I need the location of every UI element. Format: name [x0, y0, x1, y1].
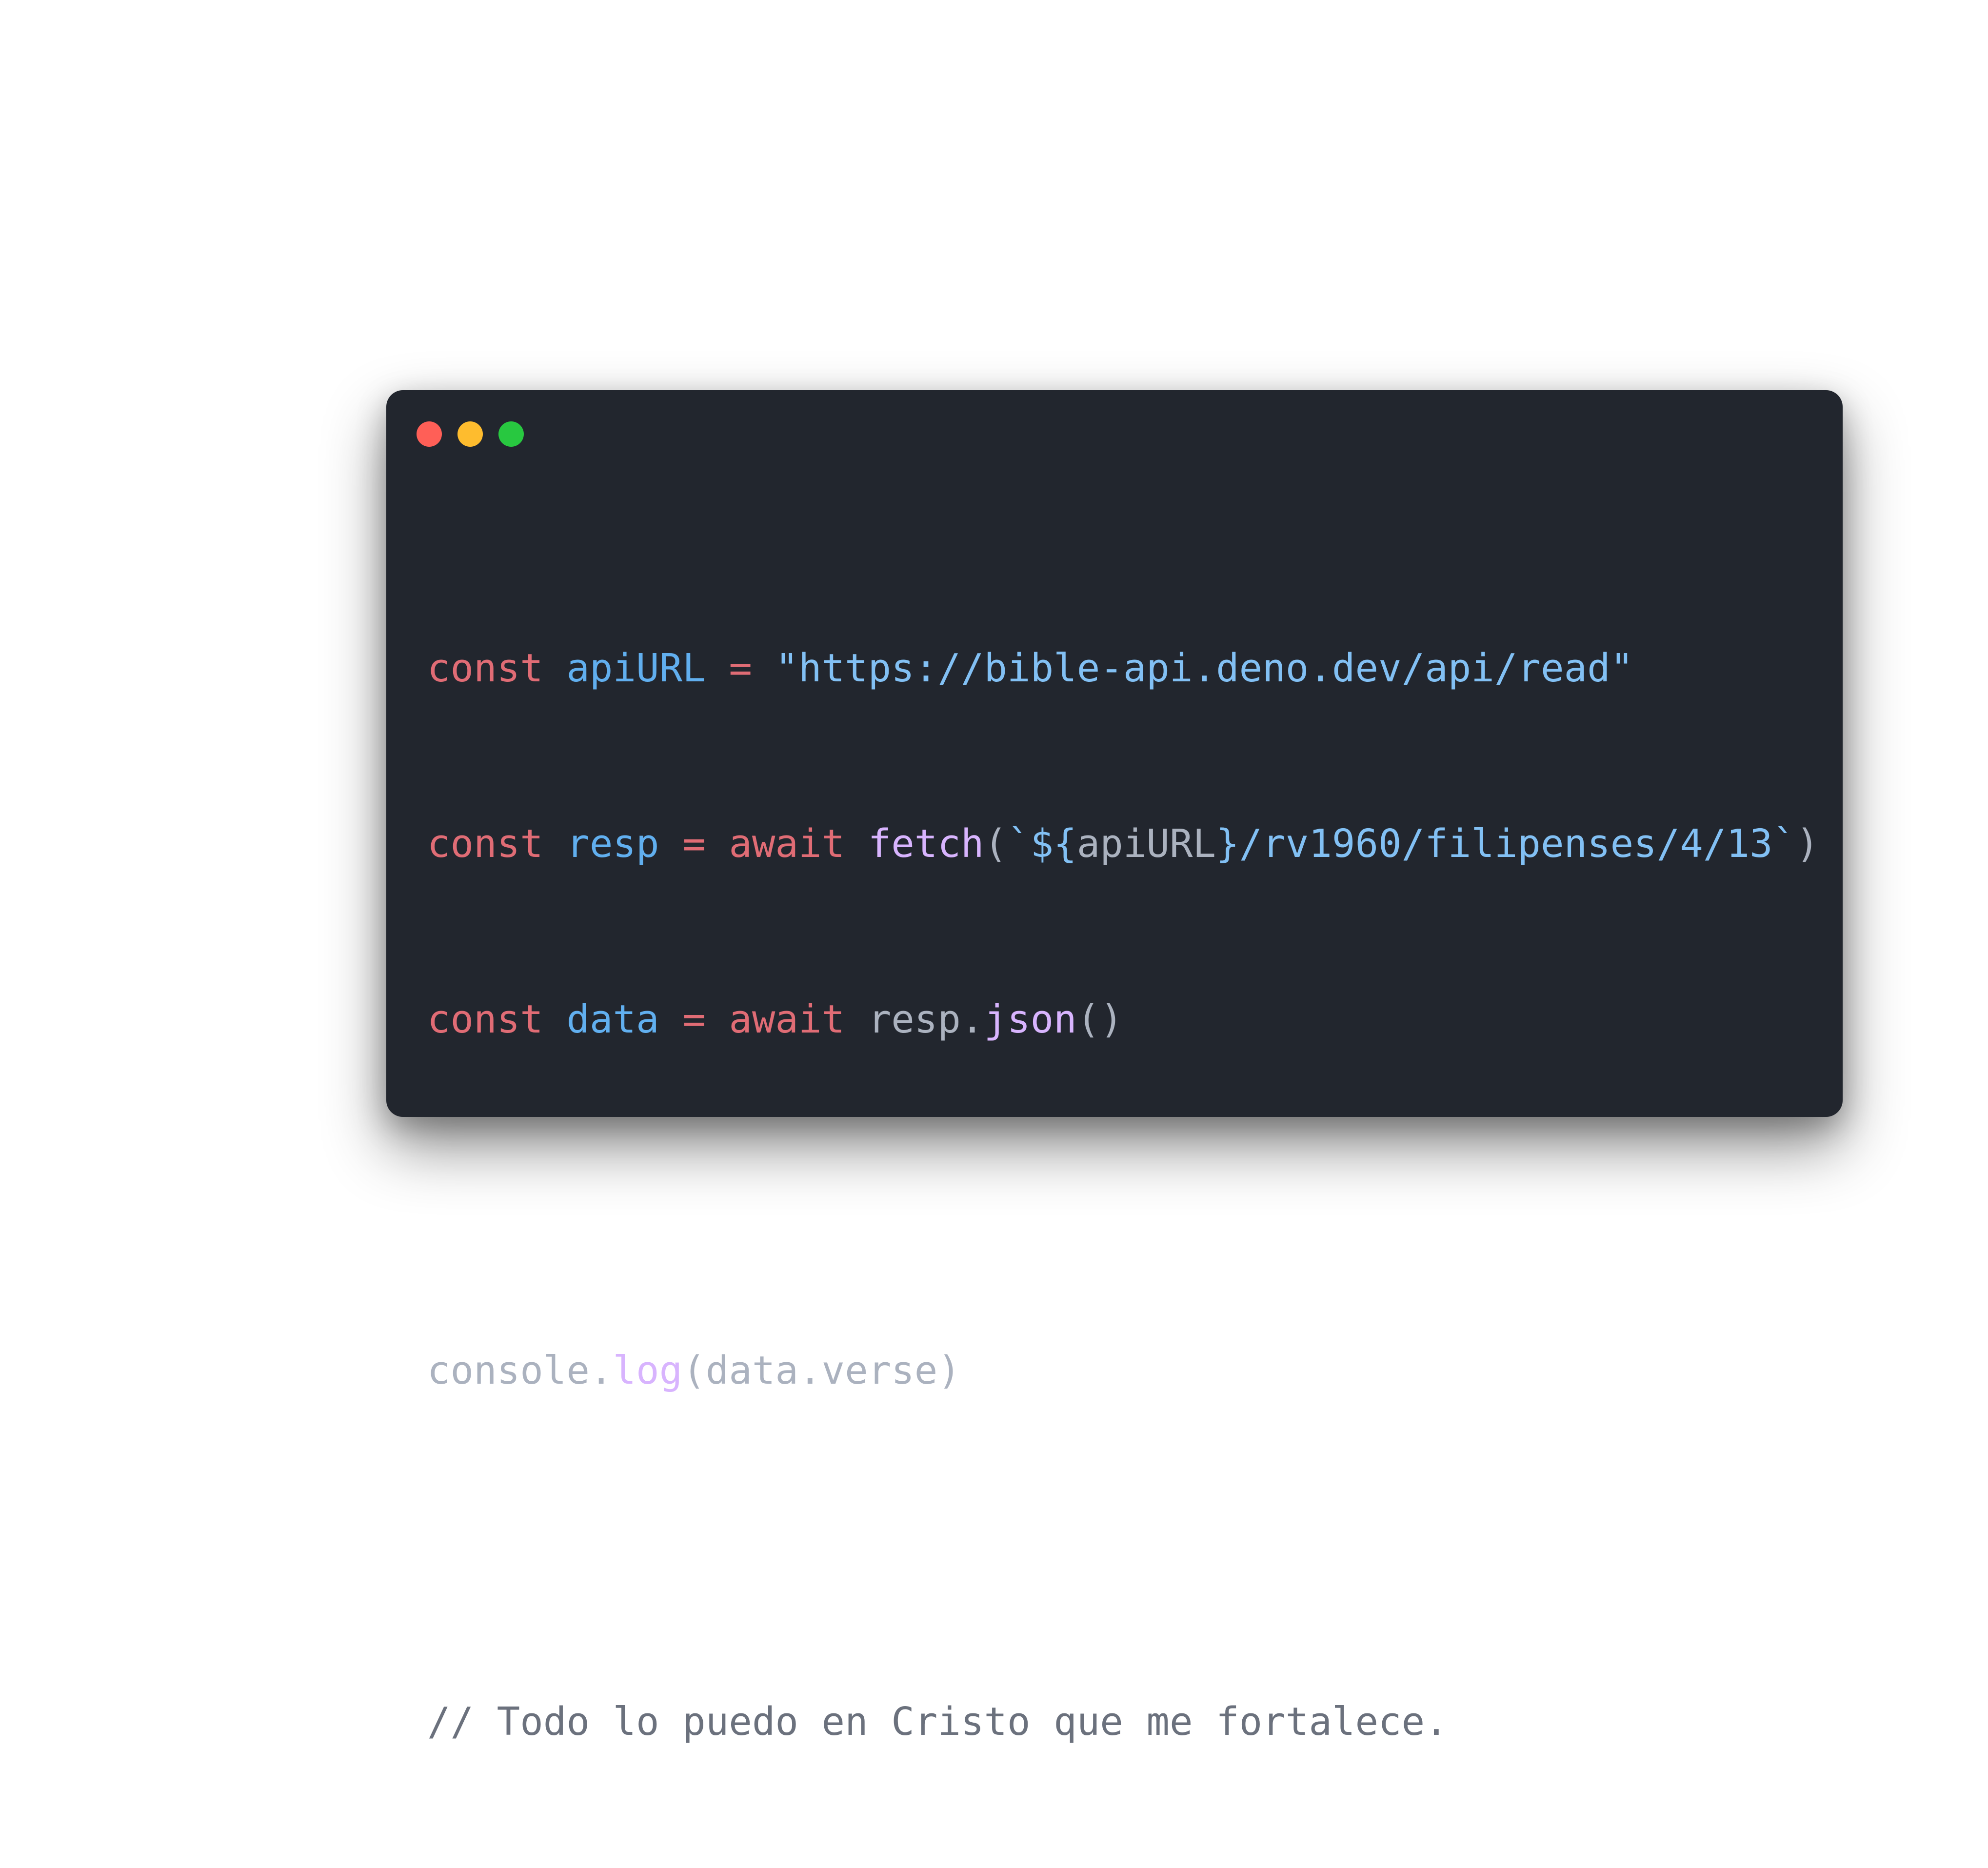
template-start: `${ — [1007, 821, 1077, 866]
object-ref: console. — [427, 1348, 613, 1393]
code-line-4: console.log(data.verse) — [427, 1341, 1819, 1400]
variable: resp — [566, 821, 659, 866]
function-name: fetch — [868, 821, 984, 866]
string-literal: "https://bible-api.deno.dev/api/read" — [775, 646, 1634, 691]
paren: ) — [1796, 821, 1819, 866]
object-ref: resp. — [868, 997, 984, 1042]
await-keyword: await — [729, 821, 845, 866]
code-line-2: const resp = await fetch(`${apiURL}/rv19… — [427, 815, 1819, 873]
function-name: json — [984, 997, 1077, 1042]
close-dot-icon[interactable] — [417, 421, 442, 447]
paren: ( — [984, 821, 1008, 866]
await-keyword: await — [729, 997, 845, 1042]
code-window: const apiURL = "https://bible-api.deno.d… — [386, 390, 1843, 1744]
window-controls — [417, 421, 524, 447]
function-name: log — [613, 1348, 683, 1393]
arguments: (data.verse) — [682, 1348, 961, 1393]
keyword: const — [427, 997, 543, 1042]
operator: = — [682, 997, 706, 1042]
code-line-1: const apiURL = "https://bible-api.deno.d… — [427, 639, 1819, 697]
operator: = — [729, 646, 752, 691]
operator: = — [682, 821, 706, 866]
parens: () — [1076, 997, 1123, 1042]
template-variable: apiURL — [1076, 821, 1216, 866]
keyword: const — [427, 821, 543, 866]
template-rest: }/rv1960/filipenses/4/13` — [1216, 821, 1796, 866]
code-comment: // Todo lo puedo en Cristo que me fortal… — [427, 1699, 1448, 1744]
minimize-dot-icon[interactable] — [457, 421, 483, 447]
variable: data — [566, 997, 659, 1042]
variable: apiURL — [566, 646, 706, 691]
maximize-dot-icon[interactable] — [498, 421, 524, 447]
code-comment-line: // Todo lo puedo en Cristo que me fortal… — [427, 1692, 1819, 1751]
keyword: const — [427, 646, 543, 691]
code-block: const apiURL = "https://bible-api.deno.d… — [427, 522, 1819, 1868]
code-line-3: const data = await resp.json() — [427, 990, 1819, 1049]
